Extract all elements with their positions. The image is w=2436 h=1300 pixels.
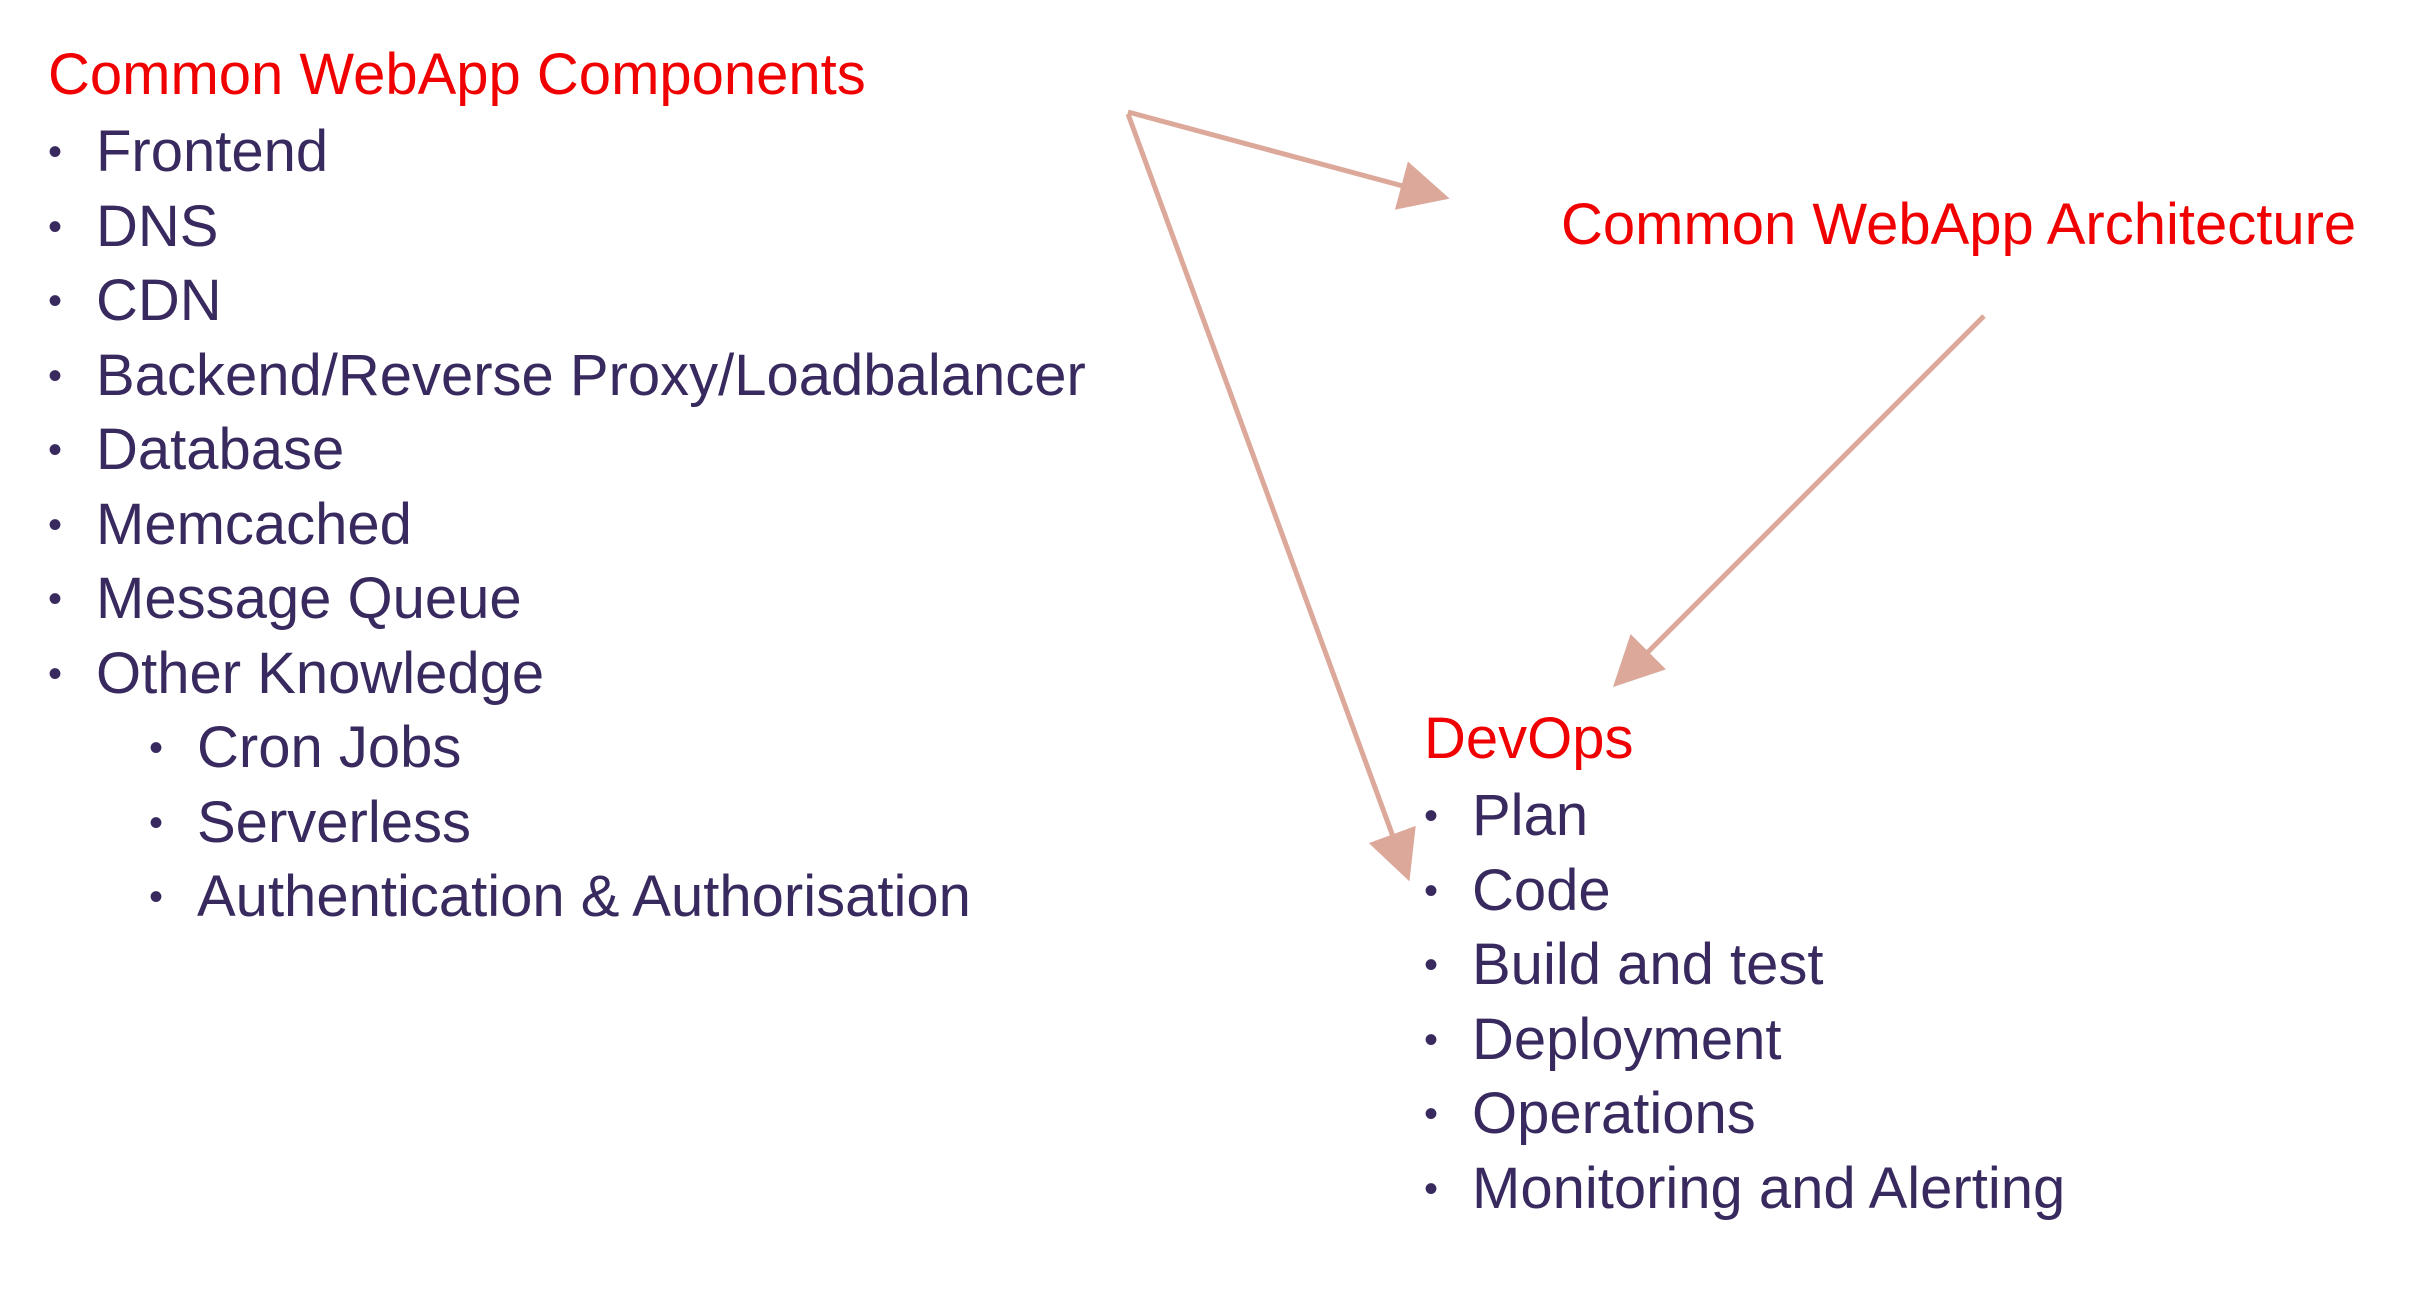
components-list: • Frontend • DNS • CDN • Backend/Reverse Pro…: [48, 115, 1086, 935]
list-item: • Monitoring and Alerting: [1424, 1152, 2065, 1227]
sub-list-item: • Cron Jobs: [149, 711, 1086, 786]
list-item-label: Deployment: [1472, 1006, 1782, 1072]
sub-list-item: • Serverless: [149, 786, 1086, 861]
list-item-label: Frontend: [96, 119, 329, 184]
list-item: • Message Queue: [48, 562, 1086, 637]
list-item: • Backend/Reverse Proxy/Loadbalancer: [48, 339, 1086, 414]
bullet-icon: •: [48, 279, 63, 323]
bullet-icon: •: [48, 428, 63, 472]
bullet-icon: •: [1424, 1017, 1439, 1062]
list-item-label: Plan: [1472, 783, 1589, 848]
sub-list-item: • Authentication & Authorisation: [149, 860, 1086, 935]
bullet-icon: •: [1424, 943, 1439, 987]
list-item: • Other Knowledge: [48, 637, 1086, 712]
devops-title: DevOps: [1424, 706, 1634, 771]
arrow-architecture-to-devops: [1612, 314, 1986, 688]
diagram-canvas: Common WebApp Components • Frontend • DNS …: [0, 0, 2436, 1300]
bullet-icon: •: [149, 800, 164, 845]
list-item: • Database: [48, 413, 1086, 488]
list-item-label: CDN: [96, 268, 222, 333]
list-item: • Build and test: [1424, 928, 2065, 1003]
bullet-icon: •: [1424, 794, 1439, 838]
arrow-components-to-architecture: [1127, 109, 1450, 210]
list-item-label: Monitoring and Alerting: [1472, 1155, 2066, 1221]
list-item-label: Database: [96, 417, 345, 482]
list-item-label: Cron Jobs: [197, 715, 462, 780]
bullet-icon: •: [48, 130, 63, 174]
bullet-icon: •: [48, 204, 63, 249]
bullet-icon: •: [1424, 1166, 1439, 1211]
list-item: • Memcached: [48, 488, 1086, 563]
bullet-icon: •: [149, 726, 164, 770]
list-item-label: Code: [1472, 857, 1611, 923]
bullet-icon: •: [149, 875, 164, 919]
list-item: • Frontend: [48, 115, 1086, 190]
bullet-icon: •: [48, 353, 63, 398]
bullet-icon: •: [48, 577, 63, 621]
list-item-label: Authentication & Authorisation: [197, 864, 971, 929]
list-item-label: Backend/Reverse Proxy/Loadbalancer: [96, 342, 1086, 408]
architecture-title: Common WebApp Architecture: [1561, 192, 2357, 257]
bullet-icon: •: [1424, 868, 1439, 913]
list-item: • Operations: [1424, 1077, 2065, 1152]
list-item-label: Other Knowledge: [96, 640, 545, 706]
list-item-label: Operations: [1472, 1081, 1756, 1146]
list-item-label: Serverless: [197, 789, 471, 855]
list-item: • Code: [1424, 854, 2065, 929]
list-item-label: Memcached: [96, 491, 412, 557]
list-item: • Plan: [1424, 779, 2065, 854]
bullet-icon: •: [48, 651, 63, 696]
bullet-icon: •: [48, 502, 63, 547]
arrow-components-to-devops: [1125, 113, 1416, 882]
list-item-label: Build and test: [1472, 932, 1824, 997]
list-item: • Deployment: [1424, 1003, 2065, 1078]
list-item-label: DNS: [96, 193, 219, 259]
list-item: • DNS: [48, 190, 1086, 265]
components-title: Common WebApp Components: [48, 42, 866, 107]
bullet-icon: •: [1424, 1092, 1439, 1136]
list-item: • CDN: [48, 264, 1086, 339]
devops-list: • Plan • Code • Build and test • Deployment …: [1424, 779, 2065, 1226]
list-item-label: Message Queue: [96, 566, 522, 631]
